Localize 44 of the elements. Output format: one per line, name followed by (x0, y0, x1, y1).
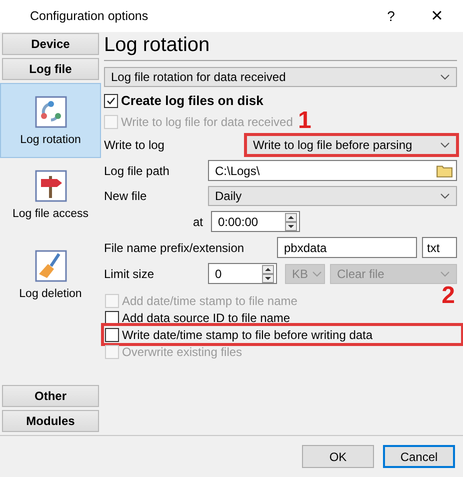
broom-icon (34, 250, 66, 282)
mode-dropdown[interactable]: Log file rotation for data received (104, 67, 457, 87)
field-label: New file (104, 189, 148, 203)
chevron-icon (440, 142, 450, 148)
chevron-icon (440, 193, 450, 199)
dialog-button[interactable]: OK (302, 445, 374, 468)
category-button[interactable]: Log file (2, 58, 99, 80)
prefix-field[interactable]: pbxdata (277, 237, 417, 258)
dialog-button[interactable]: Cancel (383, 445, 455, 468)
checkbox[interactable]: Create log files on disk (104, 90, 264, 111)
close-button[interactable]: × (427, 4, 447, 28)
folder-icon[interactable] (436, 163, 453, 178)
field-label: Limit size (104, 266, 156, 280)
checkbox[interactable]: Write date/time stamp to file before writing data (104, 326, 461, 343)
category-button[interactable]: Device (2, 33, 99, 55)
chevron-icon (440, 74, 450, 80)
category-button[interactable]: Modules (2, 410, 99, 432)
field-label: Write to log (104, 138, 166, 152)
field-label: Log file path (104, 164, 170, 178)
field-label: File name prefix/extension (104, 240, 246, 254)
category-button[interactable]: Other (2, 385, 99, 407)
checkmark-icon (106, 96, 116, 106)
size-spinner[interactable]: 0 (208, 263, 277, 284)
spin-arrows-icon[interactable] (262, 264, 274, 282)
help-button[interactable]: ? (381, 8, 401, 24)
checkbox[interactable]: Add data source ID to file name (104, 309, 290, 326)
field-label: at (192, 214, 204, 228)
window-title: Configuration options (30, 9, 150, 23)
new-file-dropdown[interactable]: Daily (208, 186, 457, 206)
sidebar-item[interactable]: Log deletion (0, 238, 101, 318)
callout-number: 2 (442, 284, 455, 308)
chevron-icon (440, 270, 450, 276)
sidebar-item[interactable]: Log rotation (0, 83, 101, 158)
section-heading: Log rotation (104, 33, 211, 58)
time-spinner[interactable]: 0:00:00 (211, 211, 300, 232)
cycle-icon (34, 96, 66, 128)
sidebar-item[interactable]: Log file access (0, 158, 101, 238)
signpost-icon (34, 170, 66, 202)
path-field[interactable]: C:\Logs\ (208, 160, 457, 181)
callout-number: 1 (298, 109, 312, 133)
write-mode-dropdown[interactable]: Write to log file before parsing (246, 135, 457, 155)
extension-field[interactable]: txt (422, 237, 457, 258)
spin-arrows-icon[interactable] (285, 212, 297, 230)
chevron-icon (312, 270, 322, 276)
